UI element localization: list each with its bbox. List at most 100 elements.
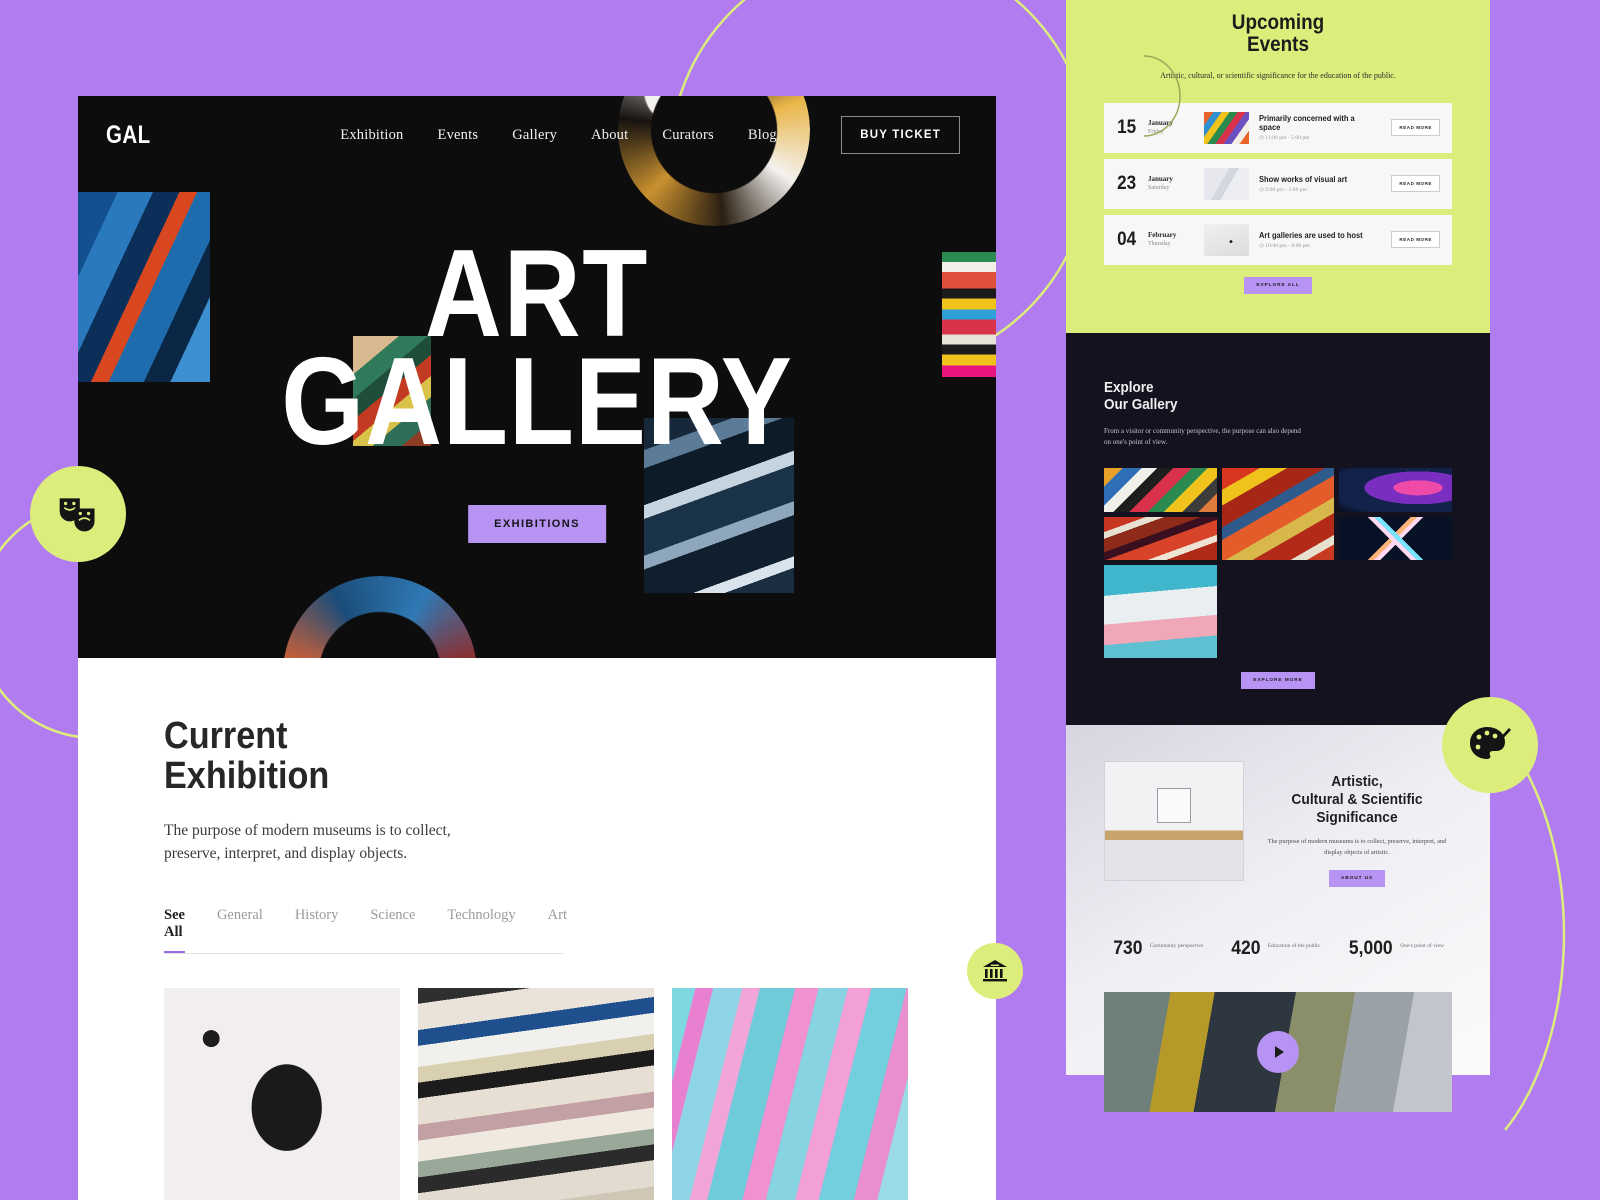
stat-label: Community perspective (1149, 943, 1204, 950)
main-navigation: GAL Exhibition Events Gallery About Cura… (78, 96, 996, 160)
stat-label: Education of the public (1267, 943, 1321, 950)
event-row[interactable]: 23 January Saturday Show works of visual… (1104, 158, 1452, 209)
stat-item: 5,000 One's point of view (1347, 939, 1444, 958)
event-info: Show works of visual art ◷ 9:00 pm - 5:0… (1259, 175, 1381, 193)
gallery-item[interactable] (1339, 467, 1452, 512)
tab-science[interactable]: Science (370, 907, 415, 953)
significance-image (1104, 761, 1244, 881)
museum-icon (983, 960, 1007, 982)
stats-row: 730 Community perspective 420 Education … (1104, 939, 1452, 958)
hero-title-line1: ART (424, 225, 650, 363)
video-preview[interactable] (1104, 992, 1452, 1113)
stat-label: One's point of view (1400, 943, 1444, 950)
palette-icon (1470, 727, 1511, 759)
read-more-button[interactable]: READ MORE (1391, 231, 1440, 249)
event-row[interactable]: 04 February Thursday Art galleries are u… (1104, 214, 1452, 265)
explore-all-button[interactable]: EXPLORE ALL (1244, 276, 1312, 294)
hero-section: GAL Exhibition Events Gallery About Cura… (78, 96, 996, 658)
upcoming-events-section: Upcoming Events Artistic, cultural, or s… (1066, 0, 1490, 333)
hero-title-line2: GALLERY (281, 332, 793, 471)
event-info: Primarily concerned with a space ◷ 11:00… (1259, 114, 1381, 141)
event-month: February (1148, 231, 1177, 240)
event-name: Primarily concerned with a space (1259, 114, 1355, 133)
neon-x-graphic (1339, 516, 1452, 561)
gallery-subtitle: From a visitor or community perspective,… (1104, 426, 1301, 446)
gallery-item[interactable] (1104, 467, 1217, 512)
logo[interactable]: GAL (106, 121, 151, 150)
buy-ticket-button[interactable]: BUY TICKET (841, 116, 960, 154)
nav-item-exhibition[interactable]: Exhibition (340, 127, 403, 144)
event-date: February Thursday (1148, 231, 1194, 248)
events-decoration (1143, 55, 1181, 137)
palette-badge[interactable] (1442, 697, 1538, 793)
gallery-grid (1104, 467, 1452, 658)
current-exhibition-section: Current Exhibition The purpose of modern… (78, 658, 996, 1200)
significance-title: Artistic, Cultural & Scientific Signific… (1270, 773, 1445, 827)
stat-item: 730 Community perspective (1112, 939, 1203, 958)
event-weekday: Saturday (1148, 184, 1170, 191)
event-day: 15 (1117, 116, 1137, 138)
nav-item-curators[interactable]: Curators (662, 127, 714, 144)
tab-art[interactable]: Art (548, 907, 567, 953)
hero-art-geometric (942, 252, 996, 377)
events-title-line2: Events (1247, 33, 1309, 57)
exhibition-card[interactable] (672, 988, 908, 1200)
hero-art-blue-painting (78, 192, 210, 382)
significance-title-line1: Artistic, (1331, 773, 1383, 790)
explore-more-button[interactable]: EXPLORE MORE (1241, 671, 1315, 689)
gallery-item[interactable] (1104, 565, 1217, 658)
stat-value: 730 (1113, 938, 1143, 960)
exhibition-card[interactable] (418, 988, 654, 1200)
left-page-board: GAL Exhibition Events Gallery About Cura… (78, 96, 996, 1200)
events-subtitle: Artistic, cultural, or scientific signif… (1160, 71, 1396, 81)
significance-description: The purpose of modern museums is to coll… (1267, 838, 1447, 856)
theater-masks-icon (59, 498, 95, 532)
tab-history[interactable]: History (295, 907, 339, 953)
tab-see-all[interactable]: See All (164, 907, 185, 954)
gallery-title-line1: Explore (1104, 379, 1154, 396)
explore-gallery-section: Explore Our Gallery From a visitor or co… (1066, 333, 1490, 725)
current-exhibition-title: Current Exhibition (164, 716, 835, 797)
event-date: January Saturday (1148, 175, 1194, 192)
event-month: January (1148, 175, 1173, 184)
gallery-item[interactable] (1339, 516, 1452, 561)
museum-badge[interactable] (967, 943, 1023, 999)
significance-content: Artistic, Cultural & Scientific Signific… (1104, 761, 1452, 888)
title-line1: Current (164, 715, 288, 757)
framed-artwork (1157, 787, 1191, 824)
nav-item-blog[interactable]: Blog (748, 127, 777, 144)
event-day: 23 (1117, 172, 1137, 194)
significance-text: Artistic, Cultural & Scientific Signific… (1262, 761, 1452, 888)
play-button[interactable] (1257, 1031, 1299, 1074)
tab-general[interactable]: General (217, 907, 263, 953)
event-time: ◷ 11:00 pm - 5:00 pm (1259, 135, 1381, 141)
event-day: 04 (1117, 228, 1137, 250)
about-us-button[interactable]: ABOUT US (1328, 870, 1386, 888)
read-more-button[interactable]: READ MORE (1391, 175, 1440, 193)
tab-technology[interactable]: Technology (447, 907, 515, 953)
gallery-item[interactable] (1221, 467, 1335, 561)
significance-section: Artistic, Cultural & Scientific Signific… (1066, 725, 1490, 1113)
stat-value: 420 (1231, 938, 1261, 960)
event-time: ◷ 10:00 pm - 8:00 pm (1259, 243, 1381, 249)
event-time-text: 11:00 pm - 5:00 pm (1265, 135, 1310, 142)
event-name: Art galleries are used to host (1259, 230, 1363, 240)
significance-title-line3: Significance (1316, 809, 1398, 826)
page-canvas: GAL Exhibition Events Gallery About Cura… (0, 0, 1600, 1200)
current-exhibition-description: The purpose of modern museums is to coll… (164, 821, 451, 862)
exhibitions-button[interactable]: EXHIBITIONS (468, 505, 606, 543)
nav-item-gallery[interactable]: Gallery (512, 127, 557, 144)
exhibition-filter-tabs: See All General History Science Technolo… (164, 907, 567, 955)
play-icon (1275, 1046, 1284, 1059)
event-name: Show works of visual art (1259, 174, 1348, 184)
theater-masks-badge[interactable] (30, 466, 126, 562)
gallery-title-line2: Our Gallery (1104, 396, 1178, 414)
nav-links: Exhibition Events Gallery About Curators… (340, 127, 777, 144)
gallery-item[interactable] (1104, 516, 1217, 561)
read-more-button[interactable]: READ MORE (1391, 119, 1440, 137)
nav-item-events[interactable]: Events (438, 127, 479, 144)
event-info: Art galleries are used to host ◷ 10:00 p… (1259, 231, 1381, 249)
nav-item-about[interactable]: About (591, 127, 628, 144)
clock-icon: ◷ (1259, 242, 1264, 249)
exhibition-card[interactable] (164, 988, 400, 1200)
